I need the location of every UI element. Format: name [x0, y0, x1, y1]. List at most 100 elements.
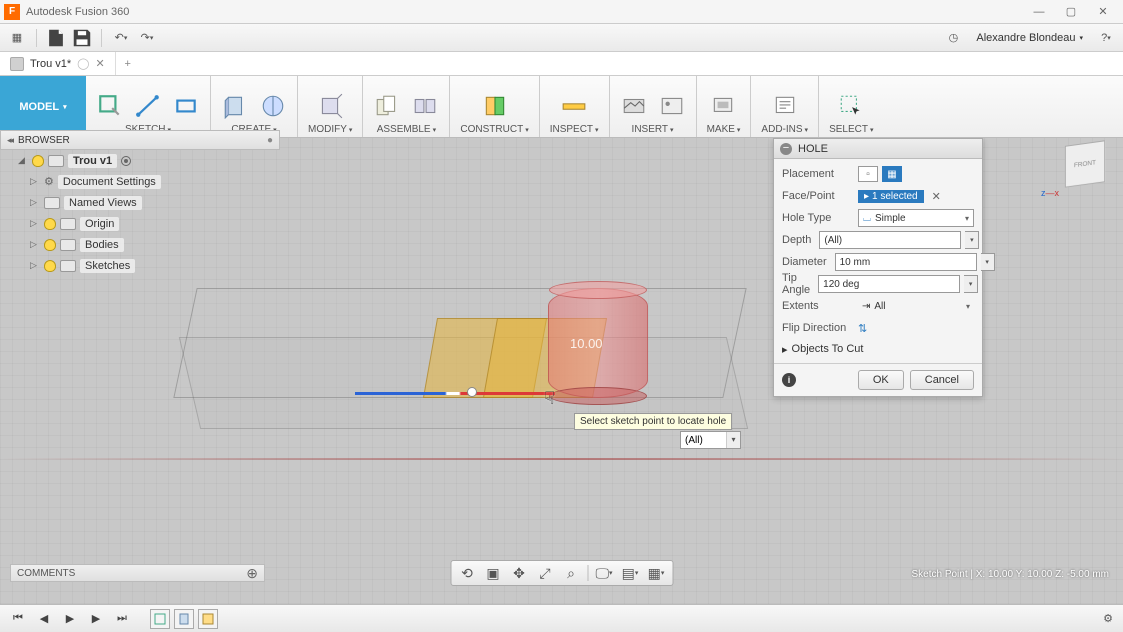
orbit-icon[interactable]: ⟲: [457, 563, 477, 583]
tab-close-icon[interactable]: ✕: [95, 57, 104, 70]
placement-sketch-icon[interactable]: ▦: [882, 166, 902, 182]
scripts-icon[interactable]: [771, 92, 799, 120]
visibility-bulb-icon[interactable]: [44, 218, 56, 230]
file-menu-icon[interactable]: [45, 27, 67, 49]
extrude-icon[interactable]: [221, 92, 249, 120]
user-menu[interactable]: Alexandre Blondeau▾: [968, 32, 1091, 44]
3d-print-icon[interactable]: [709, 92, 737, 120]
timeline-next-icon[interactable]: ▶: [88, 611, 104, 627]
decal-icon[interactable]: [658, 92, 686, 120]
dimension-input[interactable]: ▾: [680, 431, 741, 449]
browser-panel-header[interactable]: ◂◂ BROWSER ●: [0, 130, 280, 150]
document-tab[interactable]: Trou v1* ◯ ✕: [0, 52, 116, 75]
selection-badge[interactable]: ▸1 selected: [858, 190, 924, 203]
browser-pin-icon[interactable]: ●: [267, 135, 273, 146]
timeline-feature-extrude[interactable]: [174, 609, 194, 629]
visibility-bulb-icon[interactable]: [32, 155, 44, 167]
revolve-icon[interactable]: [259, 92, 287, 120]
new-component-icon[interactable]: [373, 92, 401, 120]
expand-icon[interactable]: ◢: [18, 155, 28, 166]
new-tab-button[interactable]: +: [116, 52, 140, 75]
dimension-field[interactable]: [681, 435, 726, 446]
tree-item[interactable]: ▷ Sketches: [14, 255, 254, 276]
save-icon[interactable]: [71, 27, 93, 49]
hole-dialog-header[interactable]: − HOLE: [774, 139, 982, 159]
activate-radio-icon[interactable]: [121, 156, 131, 166]
viewport-layout-icon[interactable]: ▦▾: [646, 563, 666, 583]
help-icon[interactable]: ?▾: [1095, 27, 1117, 49]
flip-direction-icon[interactable]: ⇅: [858, 322, 867, 335]
comments-expand-icon[interactable]: ⊕: [246, 565, 258, 582]
display-settings-icon[interactable]: 🖵▾: [594, 563, 614, 583]
info-icon[interactable]: i: [782, 373, 796, 387]
undo-icon[interactable]: ↶▾: [110, 27, 132, 49]
tree-item[interactable]: ▷ Origin: [14, 213, 254, 234]
rectangle-icon[interactable]: [172, 92, 200, 120]
origin-pivot[interactable]: [467, 387, 477, 397]
measure-icon[interactable]: [560, 92, 588, 120]
activity-icon[interactable]: ◷: [942, 27, 964, 49]
expand-icon[interactable]: ▷: [30, 197, 40, 208]
clear-selection-icon[interactable]: ✕: [928, 190, 945, 203]
timeline-feature-hole[interactable]: [198, 609, 218, 629]
visibility-bulb-icon[interactable]: [44, 260, 56, 272]
dimension-dropdown-icon[interactable]: ▾: [726, 432, 740, 448]
insert-derive-icon[interactable]: [620, 92, 648, 120]
depth-dropdown-icon[interactable]: ▾: [965, 231, 979, 249]
plane-icon[interactable]: [481, 92, 509, 120]
view-cube[interactable]: FRONT z—x: [1041, 138, 1111, 198]
zoom-icon[interactable]: ⤢: [535, 563, 555, 583]
grid-settings-icon[interactable]: ▤▾: [620, 563, 640, 583]
assemble-group: ASSEMBLE▾: [363, 76, 450, 137]
tree-item[interactable]: ▷ Named Views: [14, 192, 254, 213]
expand-icon[interactable]: ▷: [30, 176, 40, 187]
tree-root[interactable]: ◢ Trou v1: [14, 150, 254, 171]
timeline-play-icon[interactable]: ▶: [62, 611, 78, 627]
extents-select[interactable]: ⇥ All ▾: [858, 297, 974, 315]
tree-item[interactable]: ▷ Bodies: [14, 234, 254, 255]
line-icon[interactable]: [134, 92, 162, 120]
minimize-button[interactable]: —: [1031, 4, 1047, 20]
fit-icon[interactable]: ⌕: [561, 563, 581, 583]
maximize-button[interactable]: ▢: [1063, 4, 1079, 20]
pan-icon[interactable]: ✥: [509, 563, 529, 583]
cancel-button[interactable]: Cancel: [910, 370, 974, 390]
quick-access-toolbar: ▦ ↶▾ ↷▾ ◷ Alexandre Blondeau▾ ?▾: [0, 24, 1123, 52]
expand-icon[interactable]: ▷: [30, 239, 40, 250]
expand-icon[interactable]: ▷: [30, 218, 40, 229]
objects-to-cut-section[interactable]: ▸Objects To Cut: [782, 339, 974, 359]
timeline-prev-icon[interactable]: ◀: [36, 611, 52, 627]
tipangle-dropdown-icon[interactable]: ▾: [964, 275, 978, 293]
placement-single-icon[interactable]: ▫: [858, 166, 878, 182]
timeline-end-icon[interactable]: ⏭: [114, 611, 130, 627]
close-window-button[interactable]: ✕: [1095, 4, 1111, 20]
timeline-start-icon[interactable]: ⏮: [10, 611, 26, 627]
workspace-switcher[interactable]: MODEL▾: [0, 76, 86, 137]
panel-collapse-icon[interactable]: −: [780, 143, 792, 155]
view-cube-face[interactable]: FRONT: [1065, 140, 1105, 187]
look-at-icon[interactable]: ▣: [483, 563, 503, 583]
timeline-feature-sketch[interactable]: [150, 609, 170, 629]
app-grid-icon[interactable]: ▦: [6, 27, 28, 49]
tipangle-input[interactable]: [818, 275, 960, 293]
hole-dialog: − HOLE Placement ▫ ▦ Face/Point ▸1 selec…: [773, 138, 983, 397]
title-bar: F Autodesk Fusion 360 — ▢ ✕: [0, 0, 1123, 24]
redo-icon[interactable]: ↷▾: [136, 27, 158, 49]
create-sketch-icon[interactable]: [96, 92, 124, 120]
joint-icon[interactable]: [411, 92, 439, 120]
depth-input[interactable]: [819, 231, 961, 249]
press-pull-icon[interactable]: [316, 92, 344, 120]
visibility-bulb-icon[interactable]: [44, 239, 56, 251]
timeline-settings-icon[interactable]: ⚙: [1103, 612, 1113, 625]
select-icon[interactable]: [837, 92, 865, 120]
tab-label: Trou v1*: [30, 58, 71, 70]
tree-item[interactable]: ▷ ⚙ Document Settings: [14, 171, 254, 192]
expand-icon[interactable]: ▷: [30, 260, 40, 271]
sketch-group: SKETCH▾: [86, 76, 211, 137]
diameter-input[interactable]: [835, 253, 977, 271]
ok-button[interactable]: OK: [858, 370, 904, 390]
comments-panel-header[interactable]: COMMENTS ⊕: [10, 564, 265, 582]
holetype-select[interactable]: ⌴ Simple ▾: [858, 209, 974, 227]
browser-collapse-icon[interactable]: ◂◂: [7, 135, 12, 146]
diameter-dropdown-icon[interactable]: ▾: [981, 253, 995, 271]
